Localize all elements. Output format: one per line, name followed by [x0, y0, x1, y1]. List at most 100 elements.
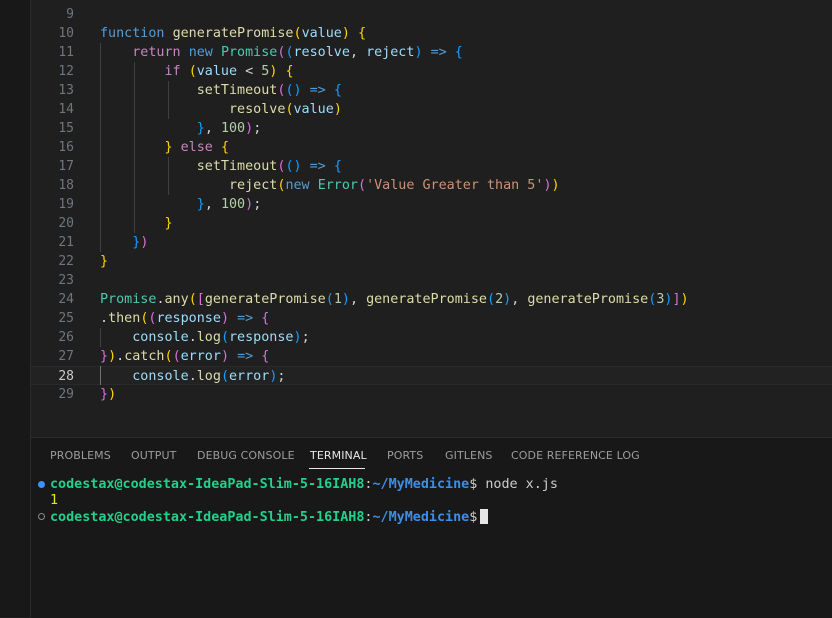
code-token: if: [164, 64, 181, 79]
code-token: ): [414, 45, 423, 60]
code-line[interactable]: 25 .then((response) => {: [31, 309, 832, 328]
command-pending-dot-icon[interactable]: [38, 513, 45, 520]
code-token: reject: [366, 45, 415, 60]
code-line[interactable]: 16 } else {: [31, 138, 832, 157]
code-token: value: [293, 102, 334, 117]
code-token: 2: [495, 292, 504, 307]
code-line[interactable]: 22}: [31, 252, 832, 271]
code-text: }): [100, 385, 116, 404]
code-token: {: [333, 83, 342, 98]
code-text: }): [100, 233, 148, 252]
code-token: }: [164, 216, 173, 231]
code-token: .: [156, 292, 165, 307]
code-line[interactable]: 27}).catch((error) => {: [31, 347, 832, 366]
tab-debug-console[interactable]: DEBUG CONSOLE: [197, 449, 295, 462]
code-line[interactable]: 21 }): [31, 233, 832, 252]
code-line[interactable]: 20 }: [31, 214, 832, 233]
terminal-line-output: 1: [31, 493, 832, 509]
code-line[interactable]: 9: [31, 5, 832, 24]
code-token: ;: [253, 197, 262, 212]
code-token: (: [293, 26, 302, 41]
code-token: ): [108, 387, 117, 402]
code-line[interactable]: 24 Promise.any([generatePromise(1), gener…: [31, 290, 832, 309]
code-token: ): [220, 311, 229, 326]
indent-guide: [100, 328, 101, 347]
code-line[interactable]: 29}): [31, 385, 832, 404]
code-token: error: [180, 349, 221, 364]
code-token: =>: [309, 83, 326, 98]
line-number: 12: [58, 64, 74, 79]
code-token: {: [261, 311, 270, 326]
code-line[interactable]: 13 setTimeout(() => {: [31, 81, 832, 100]
code-line[interactable]: 12 if (value < 5) {: [31, 62, 832, 81]
code-token: }: [196, 121, 205, 136]
code-token: ;: [277, 369, 286, 384]
line-number: 28: [58, 369, 74, 384]
tab-problems[interactable]: PROBLEMS: [50, 449, 111, 462]
code-line[interactable]: 14 resolve(value): [31, 100, 832, 119]
code-line[interactable]: 11 return new Promise((resolve, reject) …: [31, 43, 832, 62]
code-line[interactable]: 19 }, 100);: [31, 195, 832, 214]
code-token: =>: [309, 159, 326, 174]
code-line[interactable]: 15 }, 100);: [31, 119, 832, 138]
active-tab-indicator: [309, 468, 365, 469]
code-token: =>: [430, 45, 447, 60]
panel-tabs: PROBLEMS OUTPUT DEBUG CONSOLE TERMINAL P…: [31, 438, 832, 472]
code-text: reject(new Error('Value Greater than 5')…: [100, 176, 560, 195]
tab-terminal[interactable]: TERMINAL: [310, 449, 367, 462]
code-token: value: [301, 26, 342, 41]
code-text: }, 100);: [100, 195, 262, 214]
code-text: }).catch((error) => {: [100, 347, 269, 366]
tab-code-reference-log[interactable]: CODE REFERENCE LOG: [511, 449, 640, 462]
code-token: ;: [301, 330, 310, 345]
code-line[interactable]: 26 console.log(response);: [31, 328, 832, 347]
code-line[interactable]: 17 setTimeout(() => {: [31, 157, 832, 176]
tab-ports[interactable]: PORTS: [387, 449, 423, 462]
code-token: function: [100, 26, 165, 41]
code-token: ): [680, 292, 689, 307]
code-token: catch: [124, 349, 165, 364]
code-token: ): [341, 292, 350, 307]
prompt-path: ~/MyMedicine: [372, 477, 470, 492]
code-token: ): [293, 330, 302, 345]
code-line[interactable]: 23: [31, 271, 832, 290]
command-success-dot-icon[interactable]: [38, 481, 45, 488]
line-number: 15: [58, 121, 74, 136]
line-number: 29: [58, 387, 74, 402]
line-number: 18: [58, 178, 74, 193]
line-number: 22: [58, 254, 74, 269]
code-token: Promise: [100, 292, 157, 307]
tab-output[interactable]: OUTPUT: [131, 449, 176, 462]
line-number: 10: [58, 26, 74, 41]
line-number: 25: [58, 311, 74, 326]
code-line[interactable]: 28 console.log(error);: [31, 366, 832, 385]
code-token: {: [358, 26, 367, 41]
code-line[interactable]: 18 reject(new Error('Value Greater than …: [31, 176, 832, 195]
code-token: (: [220, 330, 229, 345]
code-token: then: [108, 311, 141, 326]
terminal-cursor: [480, 509, 489, 524]
code-editor[interactable]: 9 10 function generatePromise(value) {11 r…: [31, 0, 832, 437]
code-token: }: [164, 140, 173, 155]
code-token: Error: [317, 178, 358, 193]
code-text: }: [100, 252, 108, 271]
indent-guide: [100, 43, 101, 252]
code-line[interactable]: 10 function generatePromise(value) {: [31, 24, 832, 43]
code-token: }: [100, 349, 109, 364]
code-token: (: [285, 102, 294, 117]
line-number: 20: [58, 216, 74, 231]
tab-gitlens[interactable]: GITLENS: [445, 449, 492, 462]
code-token: 100: [220, 197, 246, 212]
code-token: .: [100, 311, 109, 326]
code-text: setTimeout(() => {: [100, 157, 342, 176]
